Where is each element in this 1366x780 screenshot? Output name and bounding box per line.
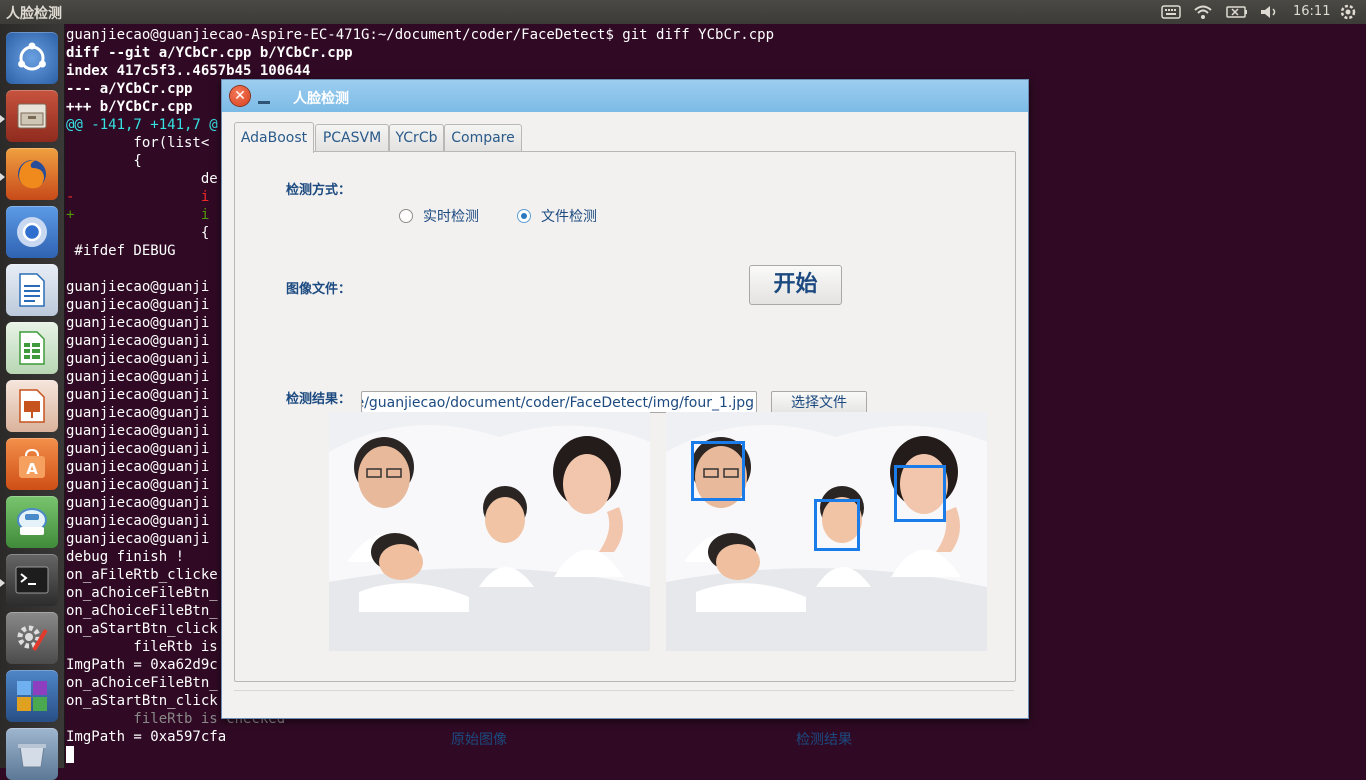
terminal-line: diff --git a/YCbCr.cpp b/YCbCr.cpp (66, 45, 353, 61)
radio-button-checked[interactable] (517, 209, 531, 223)
workspace-switcher-icon[interactable] (6, 670, 58, 722)
terminal-line: guanjiecao@guanjiecao-Aspire-EC-471G:~/d… (66, 27, 775, 43)
face-detection-box (894, 465, 946, 522)
result-image-caption: 检测结果 (796, 732, 852, 748)
window-title: 人脸检测 (293, 91, 349, 107)
top-panel: 人脸检测 16:11 (0, 0, 1366, 24)
terminal-line: --- a/YCbCr.cpp (66, 81, 193, 97)
libreoffice-writer-icon[interactable] (6, 264, 58, 316)
face-detection-box (691, 441, 745, 501)
terminal-line: debug finish ! (66, 549, 185, 565)
original-image-caption: 原始图像 (451, 732, 507, 748)
terminal-line: guanjiecao@guanji (66, 369, 210, 385)
original-image (329, 412, 650, 651)
power-gear-icon[interactable] (1337, 3, 1359, 21)
keyboard-icon[interactable] (1160, 3, 1182, 21)
window-titlebar[interactable]: ✕ 人脸检测 (222, 80, 1028, 112)
volume-icon[interactable] (1258, 3, 1280, 21)
libreoffice-impress-icon[interactable] (6, 380, 58, 432)
face-detect-window: ✕ 人脸检测 AdaBoost PCASVM YCrCb Compare 检测方… (221, 79, 1029, 748)
terminal-line: de (66, 171, 218, 187)
update-manager-icon[interactable] (6, 496, 58, 548)
terminal-line: ImgPath = 0xa62d9c (66, 657, 218, 673)
terminal-line: on_aStartBtn_click (66, 621, 218, 637)
terminal-line: guanjiecao@guanji (66, 423, 210, 439)
radio-realtime-label: 实时检测 (423, 209, 479, 225)
file-manager-icon[interactable] (6, 90, 58, 142)
terminal-line: guanjiecao@guanji (66, 513, 210, 529)
start-button[interactable]: 开始 (749, 265, 842, 305)
terminal-line: guanjiecao@guanji (66, 297, 210, 313)
terminal-line: { (66, 225, 210, 241)
terminal-line: @@ -141,7 +141,7 @ (66, 117, 218, 133)
firefox-icon[interactable] (6, 148, 58, 200)
terminal-line: fileRtb is (66, 639, 218, 655)
trash-icon[interactable] (6, 728, 58, 780)
terminal-line: guanjiecao@guanji (66, 495, 210, 511)
running-indicator (0, 173, 5, 181)
terminal-line: #ifdef DEBUG (66, 243, 176, 259)
terminal-line: guanjiecao@guanji (66, 459, 210, 475)
terminal-line: guanjiecao@guanji (66, 333, 210, 349)
ubuntu-dash-icon[interactable] (6, 32, 58, 84)
terminal-line: on_aChoiceFileBtn_ (66, 585, 218, 601)
radio-realtime[interactable]: 实时检测 (399, 206, 479, 226)
libreoffice-calc-icon[interactable] (6, 322, 58, 374)
result-image (666, 412, 987, 651)
terminal-line: guanjiecao@guanji (66, 279, 210, 295)
terminal-line: + i (66, 207, 210, 223)
terminal-line: +++ b/YCbCr.cpp (66, 99, 193, 115)
tab-ycrcb[interactable]: YCrCb (389, 124, 444, 151)
face-detection-box (814, 499, 860, 551)
software-center-icon[interactable]: A (6, 438, 58, 490)
terminal-line: on_aChoiceFileBtn_ (66, 603, 218, 619)
terminal-line: { (66, 153, 142, 169)
terminal-icon[interactable] (6, 554, 58, 606)
file-path-value: /home/guanjiecao/document/coder/FaceDete… (361, 395, 754, 411)
terminal-line: on_aChoiceFileBtn_ (66, 675, 218, 691)
system-settings-icon[interactable] (6, 612, 58, 664)
chromium-icon[interactable] (6, 206, 58, 258)
terminal-line: for(list< (66, 135, 210, 151)
terminal-line: - i (66, 189, 210, 205)
svg-text:A: A (26, 460, 38, 478)
terminal-line: guanjiecao@guanji (66, 531, 210, 547)
running-indicator (0, 579, 5, 587)
radio-file[interactable]: 文件检测 (517, 206, 597, 226)
terminal-line: index 417c5f3..4657b45 100644 (66, 63, 311, 79)
terminal-line: guanjiecao@guanji (66, 315, 210, 331)
terminal-line: on_aFileRtb_clicke (66, 567, 218, 583)
tab-pcasvm[interactable]: PCASVM (315, 124, 389, 151)
status-bar (234, 690, 1014, 711)
terminal-cursor (66, 746, 74, 763)
battery-icon[interactable] (1225, 3, 1249, 21)
active-window-title: 人脸检测 (6, 6, 62, 22)
tab-compare[interactable]: Compare (444, 124, 522, 151)
terminal-line: guanjiecao@guanji (66, 441, 210, 457)
close-icon[interactable]: ✕ (230, 86, 250, 106)
detect-mode-label: 检测方式： (286, 183, 352, 198)
terminal-line: on_aStartBtn_click (66, 693, 218, 709)
terminal-line: guanjiecao@guanji (66, 351, 210, 367)
terminal-line: guanjiecao@guanji (66, 405, 210, 421)
tab-adaboost[interactable]: AdaBoost (234, 122, 314, 153)
terminal-line: ImgPath = 0xa597cfa (66, 729, 227, 745)
launcher: A (0, 24, 65, 780)
file-path-input[interactable]: /home/guanjiecao/document/coder/FaceDete… (361, 391, 757, 413)
adaboost-tab-panel: 检测方式： 实时检测 文件检测 开始 图像文件： /home/guanjieca… (234, 151, 1016, 748)
radio-file-label: 文件检测 (541, 209, 597, 225)
wifi-icon[interactable] (1192, 3, 1214, 21)
image-file-label: 图像文件： (286, 282, 352, 297)
terminal-line: guanjiecao@guanji (66, 387, 210, 403)
terminal-line: guanjiecao@guanji (66, 477, 210, 493)
minimize-icon[interactable] (258, 90, 272, 104)
clock[interactable]: 16:11 (1293, 4, 1330, 19)
running-indicator (0, 115, 5, 123)
result-label: 检测结果： (286, 392, 352, 407)
radio-button[interactable] (399, 209, 413, 223)
